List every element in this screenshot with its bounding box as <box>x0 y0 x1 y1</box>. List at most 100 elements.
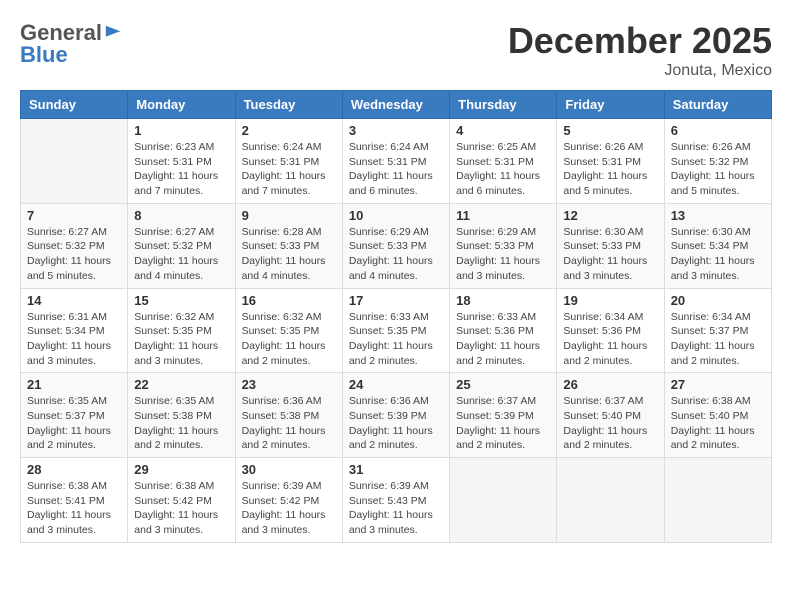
daylight-text: Daylight: 11 hours <box>671 255 755 267</box>
sunrise-text: Sunrise: 6:37 AM <box>456 395 536 407</box>
sunrise-text: Sunrise: 6:30 AM <box>671 226 751 238</box>
calendar-cell <box>21 119 128 204</box>
calendar-cell: 30Sunrise: 6:39 AMSunset: 5:42 PMDayligh… <box>235 458 342 543</box>
day-info: Sunrise: 6:24 AMSunset: 5:31 PMDaylight:… <box>242 140 336 199</box>
day-info: Sunrise: 6:38 AMSunset: 5:42 PMDaylight:… <box>134 479 228 538</box>
logo-flag-icon <box>104 24 122 42</box>
day-number: 2 <box>242 123 336 138</box>
sunrise-text: Sunrise: 6:36 AM <box>349 395 429 407</box>
calendar-cell: 2 Sunrise: 6:24 AMSunset: 5:31 PMDaylight… <box>235 119 342 204</box>
sunrise-text: Sunrise: 6:36 AM <box>242 395 322 407</box>
sunrise-text: Sunrise: 6:24 AM <box>349 141 429 153</box>
sunrise-text: Sunrise: 6:34 AM <box>671 311 751 323</box>
sunset-text: Sunset: 5:32 PM <box>671 156 749 168</box>
sunrise-text: Sunrise: 6:28 AM <box>242 226 322 238</box>
sunset-text: Sunset: 5:37 PM <box>671 325 749 337</box>
day-number: 17 <box>349 293 443 308</box>
calendar-cell: 15 Sunrise: 6:32 AMSunset: 5:35 PMDayligh… <box>128 288 235 373</box>
daylight-text: Daylight: 11 hours <box>456 170 540 182</box>
day-number: 9 <box>242 208 336 223</box>
calendar-cell: 18Sunrise: 6:33 AMSunset: 5:36 PMDayligh… <box>450 288 557 373</box>
calendar-cell: 13Sunrise: 6:30 AMSunset: 5:34 PMDayligh… <box>664 203 771 288</box>
sunset-text: Sunset: 5:35 PM <box>349 325 427 337</box>
day-number: 4 <box>456 123 550 138</box>
sunrise-text: Sunrise: 6:33 AM <box>456 311 536 323</box>
daylight-text: and 3 minutes. <box>27 524 96 536</box>
calendar-cell: 29 Sunrise: 6:38 AMSunset: 5:42 PMDayligh… <box>128 458 235 543</box>
calendar-cell <box>664 458 771 543</box>
daylight-text: Daylight: 11 hours <box>349 170 433 182</box>
day-info: Sunrise: 6:36 AMSunset: 5:38 PMDaylight:… <box>242 394 336 453</box>
day-number: 29 <box>134 462 228 477</box>
sunset-text: Sunset: 5:39 PM <box>349 410 427 422</box>
calendar-cell: 6Sunrise: 6:26 AMSunset: 5:32 PMDaylight… <box>664 119 771 204</box>
day-number: 21 <box>27 377 121 392</box>
calendar-cell: 27Sunrise: 6:38 AMSunset: 5:40 PMDayligh… <box>664 373 771 458</box>
daylight-text: Daylight: 11 hours <box>671 340 755 352</box>
day-info: Sunrise: 6:24 AMSunset: 5:31 PMDaylight:… <box>349 140 443 199</box>
page-header: General Blue December 2025 Jonuta, Mexic… <box>20 20 772 80</box>
weekday-header-sunday: Sunday <box>21 91 128 119</box>
calendar-cell: 16 Sunrise: 6:32 AMSunset: 5:35 PMDayligh… <box>235 288 342 373</box>
day-info: Sunrise: 6:27 AMSunset: 5:32 PMDaylight:… <box>27 225 121 284</box>
sunrise-text: Sunrise: 6:32 AM <box>134 311 214 323</box>
calendar-cell: 24Sunrise: 6:36 AMSunset: 5:39 PMDayligh… <box>342 373 449 458</box>
sunrise-text: Sunrise: 6:32 AM <box>242 311 322 323</box>
sunset-text: Sunset: 5:31 PM <box>134 156 212 168</box>
calendar-cell: 20Sunrise: 6:34 AMSunset: 5:37 PMDayligh… <box>664 288 771 373</box>
day-number: 16 <box>242 293 336 308</box>
day-info: Sunrise: 6:38 AMSunset: 5:41 PMDaylight:… <box>27 479 121 538</box>
sunset-text: Sunset: 5:40 PM <box>563 410 641 422</box>
calendar-cell: 3 Sunrise: 6:24 AMSunset: 5:31 PMDaylight… <box>342 119 449 204</box>
calendar-table: SundayMondayTuesdayWednesdayThursdayFrid… <box>20 90 772 543</box>
daylight-text: and 2 minutes. <box>671 355 740 367</box>
calendar-cell: 19Sunrise: 6:34 AMSunset: 5:36 PMDayligh… <box>557 288 664 373</box>
sunrise-text: Sunrise: 6:26 AM <box>671 141 751 153</box>
daylight-text: and 5 minutes. <box>563 185 632 197</box>
calendar-cell: 22Sunrise: 6:35 AMSunset: 5:38 PMDayligh… <box>128 373 235 458</box>
week-row-5: 28Sunrise: 6:38 AMSunset: 5:41 PMDayligh… <box>21 458 772 543</box>
daylight-text: and 2 minutes. <box>563 439 632 451</box>
calendar-cell: 23Sunrise: 6:36 AMSunset: 5:38 PMDayligh… <box>235 373 342 458</box>
day-number: 11 <box>456 208 550 223</box>
sunset-text: Sunset: 5:42 PM <box>134 495 212 507</box>
daylight-text: Daylight: 11 hours <box>27 425 111 437</box>
daylight-text: and 4 minutes. <box>134 270 203 282</box>
week-row-3: 14Sunrise: 6:31 AMSunset: 5:34 PMDayligh… <box>21 288 772 373</box>
day-number: 18 <box>456 293 550 308</box>
day-number: 7 <box>27 208 121 223</box>
daylight-text: and 3 minutes. <box>134 355 203 367</box>
day-info: Sunrise: 6:26 AMSunset: 5:31 PMDaylight:… <box>563 140 657 199</box>
calendar-cell: 9 Sunrise: 6:28 AMSunset: 5:33 PMDaylight… <box>235 203 342 288</box>
week-row-1: 1Sunrise: 6:23 AMSunset: 5:31 PMDaylight… <box>21 119 772 204</box>
day-info: Sunrise: 6:32 AMSunset: 5:35 PMDaylight:… <box>242 310 336 369</box>
day-info: Sunrise: 6:32 AMSunset: 5:35 PMDaylight:… <box>134 310 228 369</box>
daylight-text: Daylight: 11 hours <box>563 255 647 267</box>
daylight-text: and 4 minutes. <box>242 270 311 282</box>
sunset-text: Sunset: 5:40 PM <box>671 410 749 422</box>
daylight-text: and 2 minutes. <box>349 355 418 367</box>
day-number: 3 <box>349 123 443 138</box>
calendar-cell: 25Sunrise: 6:37 AMSunset: 5:39 PMDayligh… <box>450 373 557 458</box>
sunrise-text: Sunrise: 6:39 AM <box>242 480 322 492</box>
sunset-text: Sunset: 5:38 PM <box>242 410 320 422</box>
calendar-cell: 8Sunrise: 6:27 AMSunset: 5:32 PMDaylight… <box>128 203 235 288</box>
daylight-text: and 3 minutes. <box>242 524 311 536</box>
sunset-text: Sunset: 5:32 PM <box>134 240 212 252</box>
day-info: Sunrise: 6:28 AMSunset: 5:33 PMDaylight:… <box>242 225 336 284</box>
calendar-cell: 28Sunrise: 6:38 AMSunset: 5:41 PMDayligh… <box>21 458 128 543</box>
sunset-text: Sunset: 5:31 PM <box>242 156 320 168</box>
sunrise-text: Sunrise: 6:38 AM <box>671 395 751 407</box>
day-number: 14 <box>27 293 121 308</box>
daylight-text: and 5 minutes. <box>671 185 740 197</box>
logo-blue-text: Blue <box>20 42 68 68</box>
day-number: 6 <box>671 123 765 138</box>
day-number: 15 <box>134 293 228 308</box>
daylight-text: Daylight: 11 hours <box>456 340 540 352</box>
daylight-text: Daylight: 11 hours <box>134 340 218 352</box>
day-number: 1 <box>134 123 228 138</box>
sunrise-text: Sunrise: 6:27 AM <box>134 226 214 238</box>
daylight-text: and 3 minutes. <box>456 270 525 282</box>
sunset-text: Sunset: 5:34 PM <box>671 240 749 252</box>
sunset-text: Sunset: 5:31 PM <box>563 156 641 168</box>
